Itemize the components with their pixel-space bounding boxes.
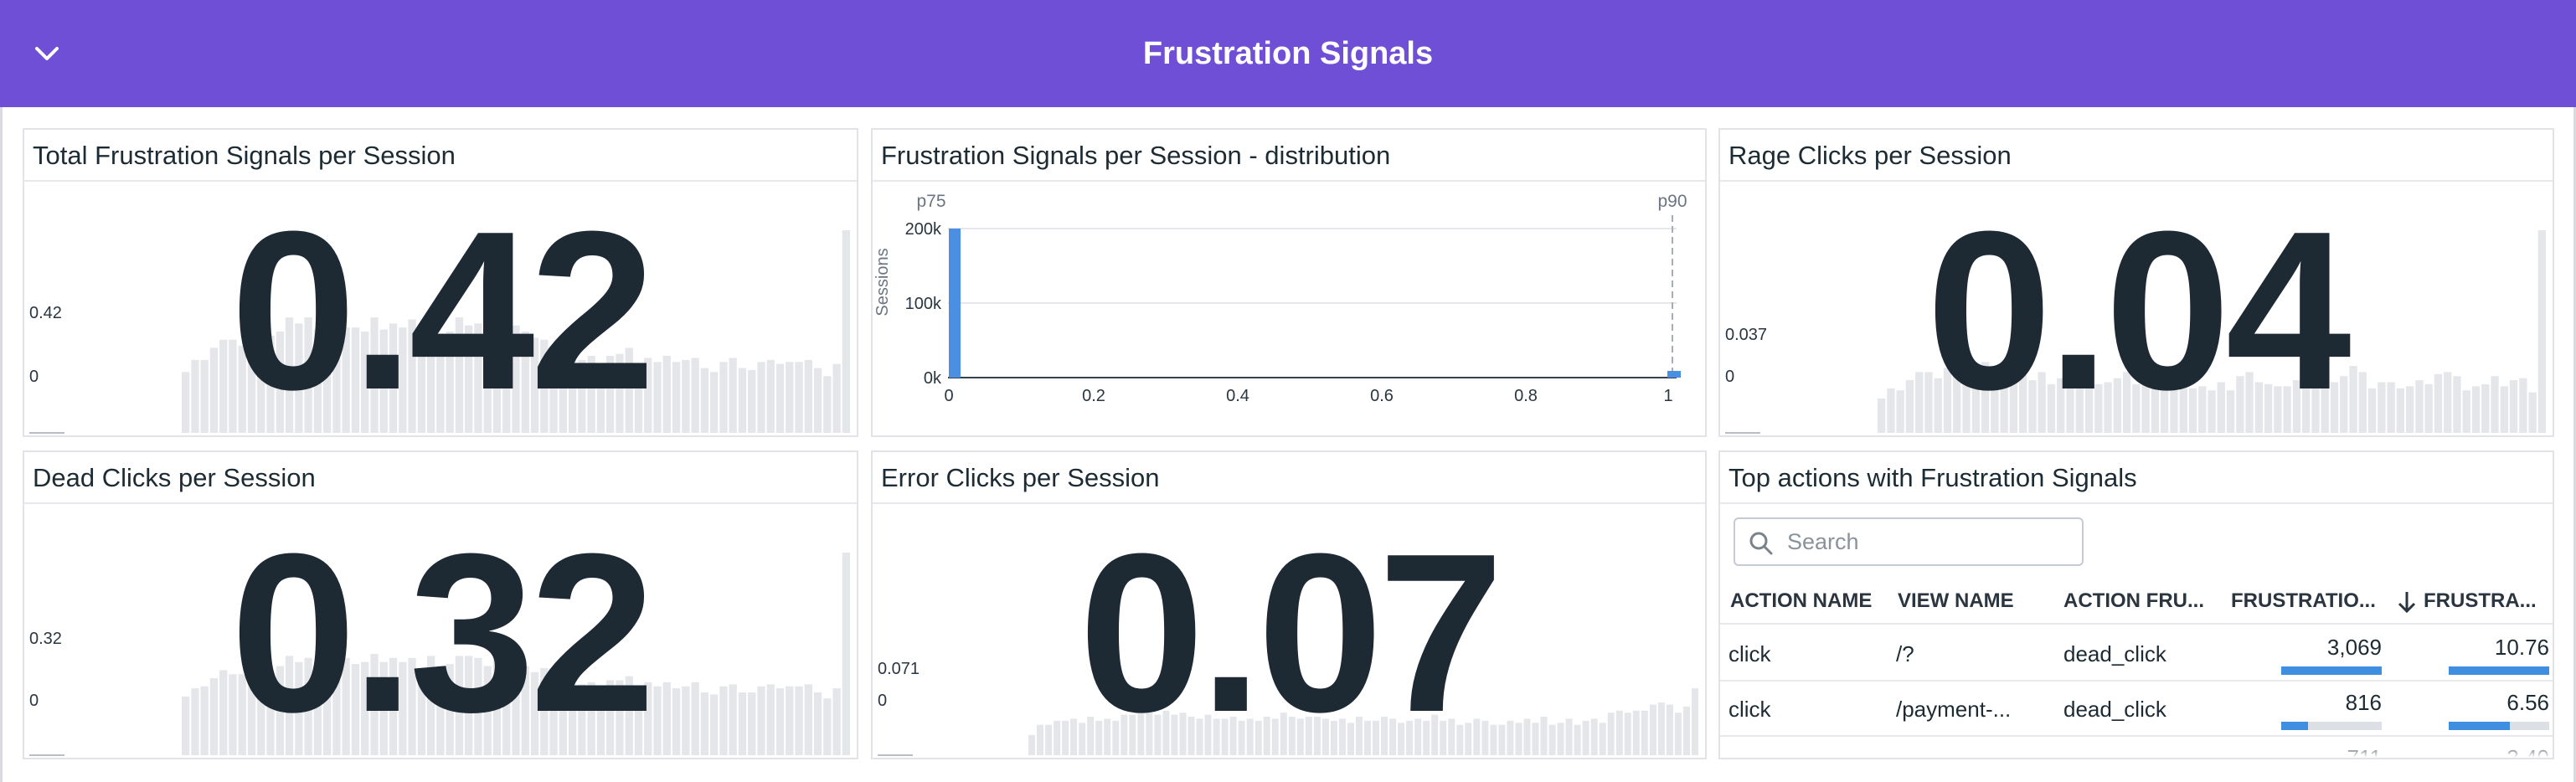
column-header-action-frustration-type[interactable]: ACTION FRU... <box>2063 578 2204 625</box>
arrow-down-icon[interactable] <box>2397 589 2417 615</box>
cell-frustration-type: dead_click <box>2063 641 2166 666</box>
widget-dead-clicks[interactable]: Dead Clicks per Session 0.32 0 0.32 <box>23 450 858 759</box>
table-row[interactable]: click /payment-... dead_click 816 6.56 <box>1720 682 2553 737</box>
column-header-frustration-count[interactable]: FRUSTRATIO... <box>2231 578 2376 625</box>
table-row[interactable]: click /? dead_click 3,069 10.76 <box>1720 626 2553 682</box>
column-header-action-name[interactable]: ACTION NAME <box>1730 578 1872 625</box>
search-icon <box>1749 532 1773 555</box>
cell-count: 3,069 <box>2326 635 2382 660</box>
distribution-chart: p75 p90 Sessions 200k 100k 0k 0 0.2 0.4 … <box>873 182 1705 435</box>
search-placeholder: Search <box>1787 529 1859 554</box>
x-tick-label: 0.4 <box>1226 387 1249 405</box>
query-value: 0.071 0 0.07 <box>873 504 1705 758</box>
widget-title: Dead Clicks per Session <box>24 452 857 504</box>
y-tick-label: 0k <box>924 369 942 388</box>
y-tick-label: 200k <box>905 220 942 239</box>
cell-view-name: /payment-... <box>1896 697 2012 722</box>
x-tick-label: 0 <box>944 387 953 405</box>
group-content: Total Frustration Signals per Session 0.… <box>0 107 2576 782</box>
widget-distribution[interactable]: Frustration Signals per Session - distri… <box>871 128 1707 437</box>
cell-frustration-type: dead_click <box>2063 697 2166 722</box>
cell-rate: 10.76 <box>2494 635 2549 660</box>
table-header: ACTION NAME VIEW NAME ACTION FRU... FRUS… <box>1720 578 2553 625</box>
y-tick-label: 100k <box>905 295 942 313</box>
group-title: Frustration Signals <box>1142 36 1434 71</box>
widget-error-clicks[interactable]: Error Clicks per Session 0.071 0 0.07 <box>871 450 1707 759</box>
big-value: 0.07 <box>1079 507 1504 759</box>
dashboard-group-header: Frustration Signals <box>0 0 2576 107</box>
y-axis-label: Sessions <box>873 248 892 316</box>
widget-title: Total Frustration Signals per Session <box>24 130 857 182</box>
cell-count: 816 <box>2345 690 2382 715</box>
rate-bar <box>2449 722 2549 730</box>
widget-title: Error Clicks per Session <box>873 452 1705 504</box>
x-tick-label: 0.6 <box>1370 387 1394 405</box>
widget-top-actions[interactable]: Top actions with Frustration Signals Sea… <box>1718 450 2554 759</box>
count-bar <box>2281 666 2382 675</box>
widget-title: Top actions with Frustration Signals <box>1720 452 2553 504</box>
x-tick-label: 1 <box>1663 387 1672 405</box>
query-value: 0.037 0 0.04 <box>1720 182 2553 435</box>
p90-marker-label: p90 <box>1657 192 1687 211</box>
search-input[interactable]: Search <box>1734 517 2084 566</box>
histogram-bar[interactable] <box>1667 371 1681 378</box>
cell-rate: 6.56 <box>2506 690 2549 715</box>
column-header-view-name[interactable]: VIEW NAME <box>1898 578 2014 625</box>
rate-bar <box>2449 666 2549 675</box>
histogram-bar[interactable] <box>949 229 961 378</box>
widget-total-frustration[interactable]: Total Frustration Signals per Session 0.… <box>23 128 858 437</box>
big-value: 0.04 <box>1926 185 2352 437</box>
widget-title: Rage Clicks per Session <box>1720 130 2553 182</box>
cell-action-name: click <box>1728 641 1771 666</box>
p75-marker-label: p75 <box>916 192 945 211</box>
query-value: 0.42 0 0.42 <box>24 182 857 435</box>
big-value: 0.42 <box>230 185 656 437</box>
widget-title: Frustration Signals per Session - distri… <box>873 130 1705 182</box>
cell-view-name: /? <box>1896 641 1914 666</box>
column-header-frustration-rate[interactable]: FRUSTRA... <box>2424 578 2537 625</box>
scroll-fade <box>1720 744 2553 758</box>
widget-rage-clicks[interactable]: Rage Clicks per Session 0.037 0 0.04 <box>1718 128 2554 437</box>
count-bar <box>2281 722 2382 730</box>
cell-action-name: click <box>1728 697 1771 722</box>
x-tick-label: 0.8 <box>1514 387 1538 405</box>
big-value: 0.32 <box>230 507 656 759</box>
query-value: 0.32 0 0.32 <box>24 504 857 758</box>
x-tick-label: 0.2 <box>1082 387 1105 405</box>
